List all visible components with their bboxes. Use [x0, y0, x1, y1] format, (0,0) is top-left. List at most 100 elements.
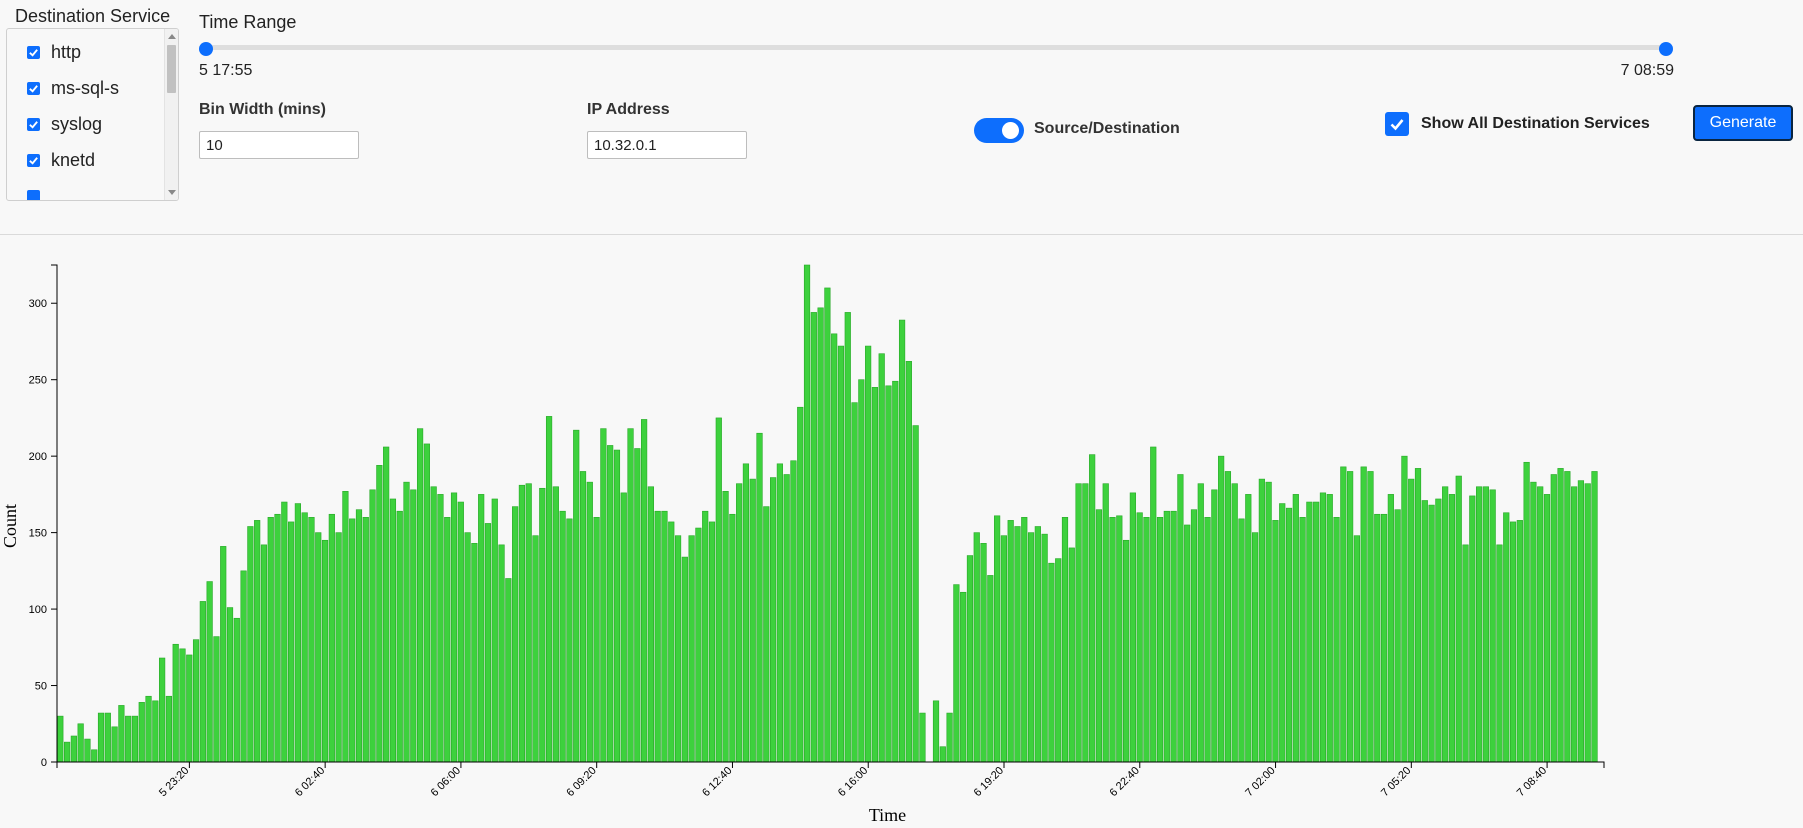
service-item-ms-sql-s[interactable]: ms-sql-s	[7, 70, 164, 106]
bar	[1367, 471, 1374, 763]
bar	[1340, 466, 1347, 763]
bar	[1333, 517, 1340, 763]
bar	[321, 539, 329, 763]
bar	[1571, 486, 1578, 763]
service-checkbox-syslog[interactable]	[27, 117, 40, 131]
bar	[383, 446, 390, 763]
bar	[498, 544, 505, 763]
bar	[281, 501, 288, 763]
bar	[539, 487, 546, 763]
time-range-max-value: 7 08:59	[1620, 62, 1674, 79]
bar	[131, 715, 139, 763]
bar	[450, 492, 458, 763]
bar	[1408, 478, 1415, 763]
show-all-checkbox[interactable]	[1385, 112, 1409, 136]
checkmark-icon	[29, 84, 38, 93]
time-range-slider-track[interactable]	[206, 45, 1666, 50]
bar	[1482, 486, 1489, 763]
service-checkbox-knetd[interactable]	[27, 153, 40, 167]
bar	[620, 492, 627, 763]
time-range-start-handle[interactable]	[199, 42, 213, 56]
service-item-http[interactable]: http	[7, 34, 164, 70]
bar	[199, 601, 206, 763]
bar	[1163, 510, 1170, 763]
bin-width-input[interactable]	[199, 131, 359, 159]
scroll-down-icon[interactable]	[168, 190, 176, 195]
histogram-chart: 0 50 100 150 200 250 300 5 23:20 6 02:40 6 06:00 6…	[0, 264, 1605, 825]
x-tick-label: 6 12:40	[700, 765, 734, 799]
bar	[1285, 507, 1293, 763]
bar	[125, 715, 132, 763]
checkmark-icon	[1390, 119, 1404, 131]
bar	[1455, 475, 1462, 763]
x-tick-label: 6 19:20	[972, 765, 1006, 799]
service-list-scrollbar[interactable]	[164, 29, 178, 200]
bar	[1401, 455, 1408, 763]
bar	[593, 517, 600, 763]
checkmark-icon	[29, 156, 38, 165]
service-item-partial[interactable]	[7, 178, 164, 200]
generate-button[interactable]: Generate	[1693, 105, 1793, 141]
bar	[1143, 517, 1150, 763]
bar	[769, 477, 777, 763]
service-checkbox-ms-sql-s[interactable]	[27, 81, 40, 95]
bar	[1557, 468, 1564, 763]
x-tick-label: 6 22:40	[1107, 765, 1141, 799]
time-range-end-handle[interactable]	[1659, 42, 1673, 56]
bar	[1496, 544, 1503, 763]
bar	[192, 639, 200, 763]
bar	[912, 425, 919, 763]
source-destination-toggle[interactable]	[974, 118, 1024, 143]
time-range-label: Time Range	[199, 12, 297, 32]
service-checkbox-partial[interactable]	[27, 189, 40, 200]
checkmark-icon	[29, 48, 38, 57]
bar	[145, 695, 152, 763]
bar	[960, 591, 967, 763]
y-tick-label: 100	[29, 604, 47, 616]
bar	[1319, 492, 1327, 763]
service-item-knetd[interactable]: knetd	[7, 142, 164, 178]
bar	[1007, 520, 1014, 763]
scroll-thumb[interactable]	[167, 45, 176, 93]
x-tick-label: 5 23:20	[157, 765, 191, 799]
x-tick-label: 6 02:40	[293, 765, 327, 799]
bar	[505, 578, 512, 763]
bar	[301, 512, 308, 763]
bar	[559, 510, 566, 763]
bar	[613, 449, 621, 763]
bar	[1034, 526, 1041, 763]
bar	[892, 380, 899, 763]
bar	[1292, 494, 1299, 763]
bar	[165, 695, 173, 763]
bar	[1197, 483, 1204, 763]
bar	[994, 515, 1001, 763]
destination-service-list-box[interactable]: http ms-sql-s syslog knetd	[6, 28, 179, 201]
bar	[1279, 503, 1286, 763]
bar	[288, 521, 295, 763]
bar	[206, 581, 213, 763]
bar	[871, 387, 879, 763]
bar	[1265, 481, 1272, 763]
bar	[437, 494, 444, 763]
service-label: http	[51, 41, 82, 62]
bar	[77, 723, 84, 763]
bar	[810, 312, 817, 763]
service-checkbox-http[interactable]	[27, 45, 40, 59]
bar	[695, 527, 702, 763]
bar	[600, 428, 607, 763]
x-tick-label: 7 02:00	[1243, 765, 1277, 799]
bar	[1231, 483, 1238, 763]
bar	[939, 746, 946, 763]
bar	[783, 474, 790, 763]
bar	[138, 702, 145, 763]
bar	[376, 465, 383, 763]
ip-address-input[interactable]	[587, 131, 747, 159]
scroll-up-icon[interactable]	[168, 34, 176, 39]
bar	[1313, 501, 1320, 763]
service-item-syslog[interactable]: syslog	[7, 106, 164, 142]
y-tick-label: 250	[29, 375, 47, 387]
service-label: syslog	[51, 113, 103, 134]
bar	[573, 429, 580, 763]
bar	[355, 509, 363, 763]
bar	[966, 555, 974, 763]
